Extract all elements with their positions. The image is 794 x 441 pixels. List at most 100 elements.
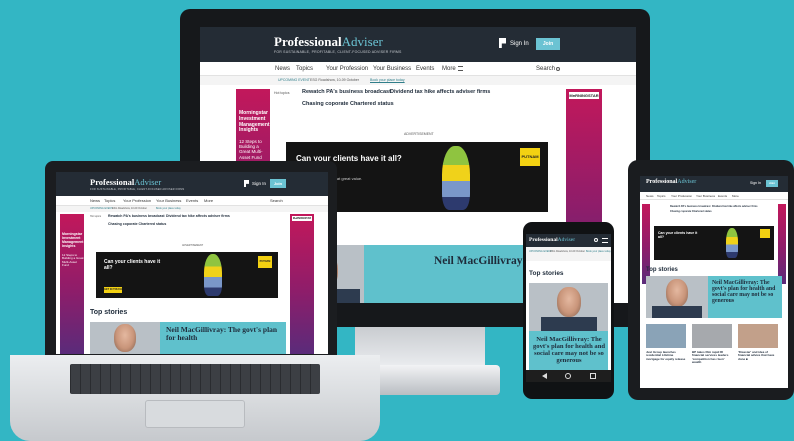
- nav-news[interactable]: News: [275, 66, 290, 72]
- putnam-logo: PUTNAM: [520, 148, 540, 166]
- laptop-nav-more[interactable]: More: [204, 198, 213, 203]
- laptop-ad-left-body: 12 Steps to Building a Great Multi-Asset…: [62, 253, 84, 268]
- search-icon[interactable]: [556, 67, 560, 71]
- laptop-tagline: FOR SUSTAINABLE, PROFITABLE, CLIENT-FOCU…: [90, 188, 185, 191]
- tablet-story-3-photo[interactable]: [692, 324, 732, 348]
- nav-your-business[interactable]: Your Business: [373, 66, 411, 72]
- phone-logo-part2: Adviser: [557, 237, 576, 243]
- tablet-portrait-suit: [652, 306, 702, 318]
- phone-search-icon[interactable]: [594, 238, 598, 242]
- recents-icon[interactable]: [590, 373, 596, 379]
- tablet-story-4-headline[interactable]: 'Disaster' and idea of financial advice …: [738, 350, 778, 361]
- site-tagline: FOR SUSTAINABLE, PROFITABLE, CLIENT-FOCU…: [274, 50, 402, 54]
- laptop-left-ad[interactable]: Morningstar Investment Management Insigh…: [60, 214, 84, 354]
- tablet-portrait-face: [666, 279, 688, 307]
- site-header: ProfessionalAdviser FOR SUSTAINABLE, PRO…: [200, 27, 636, 62]
- search-link[interactable]: Search: [536, 66, 555, 72]
- tablet-story-4-photo[interactable]: [738, 324, 778, 348]
- nav-your-profession[interactable]: Your Profession: [326, 66, 368, 72]
- laptop-lead-headline[interactable]: Neil MacGillivray: The govt's plan for h…: [166, 326, 284, 342]
- tablet-nav-events[interactable]: Events: [718, 194, 727, 198]
- morningstar-logo: M●RNINGSTAR: [569, 92, 599, 99]
- tablet-ad-headline: Can your clients have it all?: [658, 231, 698, 239]
- laptop-icecream-image: [204, 254, 222, 296]
- phone-upcoming-cta[interactable]: Book your place today: [586, 250, 611, 253]
- menu-icon[interactable]: [458, 66, 463, 71]
- laptop-hot-topic-2[interactable]: Dividend tax hike affects adviser firms: [166, 214, 230, 218]
- laptop-join-button[interactable]: Join: [270, 179, 286, 188]
- tablet-nav-business[interactable]: Your Business: [696, 194, 715, 198]
- laptop-hot-topic-3[interactable]: Chasing coporate Chartered status: [108, 222, 166, 226]
- tablet-site-header: ProfessionalAdviser Sign In Join: [640, 176, 788, 192]
- hot-topic-1[interactable]: Rewatch PA's business broadcast: [302, 89, 391, 95]
- laptop-nav-business[interactable]: Your Business: [156, 198, 181, 203]
- laptop-hot-topic-1[interactable]: Rewatch PA's business broadcast: [108, 214, 165, 218]
- tablet-story-2-photo[interactable]: [646, 324, 686, 348]
- tablet-lead-headline[interactable]: Neil MacGillivray: The govt's plan for h…: [712, 280, 780, 304]
- laptop-lead-photo[interactable]: [90, 322, 160, 354]
- tablet-join-button[interactable]: Join: [766, 180, 778, 187]
- ad-left-title: Morningstar Investment Management Insigh…: [239, 110, 270, 134]
- hot-topic-3[interactable]: Chasing coporate Chartered status: [302, 101, 394, 107]
- tablet-story-3-headline[interactable]: BP takes Rim rapid RI financial services…: [692, 350, 732, 365]
- laptop-nav-news[interactable]: News: [90, 198, 100, 203]
- tablet-logo-part2: Adviser: [677, 179, 697, 185]
- tablet-signin-link[interactable]: Sign In: [750, 181, 761, 185]
- tablet-putnam-logo: [760, 229, 770, 238]
- tablet-right-ad[interactable]: [778, 204, 786, 284]
- tablet-lead-box[interactable]: Neil MacGillivray: The govt's plan for h…: [708, 276, 782, 318]
- laptop-lead-box[interactable]: Neil MacGillivray: The govt's plan for h…: [160, 322, 286, 354]
- phone-lead-box[interactable]: Neil MacGillivray: The govt's plan for h…: [529, 331, 608, 370]
- laptop-advert-label: ADVERTISEMENT: [182, 244, 204, 247]
- back-icon[interactable]: [542, 373, 547, 379]
- laptop-morningstar-logo: M●RNINGSTAR: [292, 216, 312, 221]
- laptop-nav-events[interactable]: Events: [186, 198, 198, 203]
- laptop-top-stories-heading: Top stories: [90, 309, 128, 316]
- hot-topics-label: Hot topics: [274, 91, 290, 95]
- logo-part2: Adviser: [341, 34, 383, 49]
- laptop-ad-cta[interactable]: GET IN TOUCH: [104, 287, 122, 293]
- laptop-upcoming-cta[interactable]: Book your place today: [156, 207, 181, 210]
- upcoming-event: ESG Roadshow, 10-09 October: [310, 78, 360, 82]
- tablet-nav-profession[interactable]: Your Profession: [671, 194, 692, 198]
- signin-link[interactable]: Sign In: [510, 41, 529, 47]
- laptop-site-header: ProfessionalAdviser FOR SUSTAINABLE, PRO…: [56, 172, 328, 196]
- tablet-nav-more[interactable]: More: [732, 194, 739, 198]
- tablet-nav-news[interactable]: News: [646, 194, 654, 198]
- home-icon[interactable]: [565, 373, 571, 379]
- phone-lead-headline[interactable]: Neil MacGillivray: The govt's plan for h…: [532, 336, 606, 365]
- laptop-ad-headline: Can your clients have it all?: [104, 259, 161, 271]
- hot-topic-2[interactable]: Dividend tax hike affects adviser firms: [390, 89, 490, 95]
- site-logo[interactable]: ProfessionalAdviser: [274, 34, 383, 50]
- tablet-hot-topic-2[interactable]: Dividend tax hike affects adviser firms: [712, 205, 758, 208]
- laptop-signin-link[interactable]: Sign In: [252, 181, 266, 186]
- laptop-nav-profession[interactable]: Your Profession: [123, 198, 151, 203]
- tablet-story-2-headline[interactable]: Just Group launches residential Lifetime…: [646, 350, 686, 361]
- tablet-hot-topic-1[interactable]: Rewatch PA's business broadcast: [670, 205, 710, 208]
- nav-events[interactable]: Events: [416, 66, 434, 72]
- tablet-ad-banner[interactable]: Can your clients have it all?: [654, 226, 774, 260]
- tablet-nav-topics[interactable]: Topics: [657, 194, 666, 198]
- lead-story-box[interactable]: Neil MacGillivray: govt's plan for he: [364, 245, 614, 303]
- tablet-logo[interactable]: ProfessionalAdviser: [646, 179, 696, 185]
- laptop-search-link[interactable]: Search: [270, 198, 283, 203]
- phone-lead-photo[interactable]: [529, 283, 608, 331]
- laptop-nav: News Topics Your Profession Your Busines…: [56, 196, 328, 206]
- tablet-lead-photo[interactable]: [646, 276, 708, 318]
- phone-upcoming-event: ESG Roadshow, 10-09 October: [550, 250, 586, 253]
- laptop-nav-topics[interactable]: Topics: [104, 198, 115, 203]
- upcoming-cta[interactable]: Book your place today: [370, 78, 405, 82]
- nav-topics[interactable]: Topics: [296, 66, 313, 72]
- tablet-hot-topic-3[interactable]: Chasing coporate Chartered status: [670, 210, 712, 213]
- tablet-screen: ProfessionalAdviser Sign In Join News To…: [640, 176, 788, 388]
- nav-more[interactable]: More: [442, 66, 456, 72]
- laptop-screen: ProfessionalAdviser FOR SUSTAINABLE, PRO…: [56, 172, 328, 354]
- laptop-ad-banner[interactable]: Can your clients have it all? GET IN TOU…: [96, 252, 278, 298]
- phone-logo[interactable]: ProfessionalAdviser: [529, 237, 575, 243]
- tablet-top-stories-heading: Top stories: [646, 267, 678, 273]
- tablet-icecream-image: [726, 228, 738, 258]
- laptop-right-ad[interactable]: M●RNINGSTAR: [290, 214, 314, 354]
- phone-menu-icon[interactable]: [602, 238, 608, 243]
- laptop-logo[interactable]: ProfessionalAdviser: [90, 177, 161, 187]
- join-button[interactable]: Join: [536, 38, 560, 50]
